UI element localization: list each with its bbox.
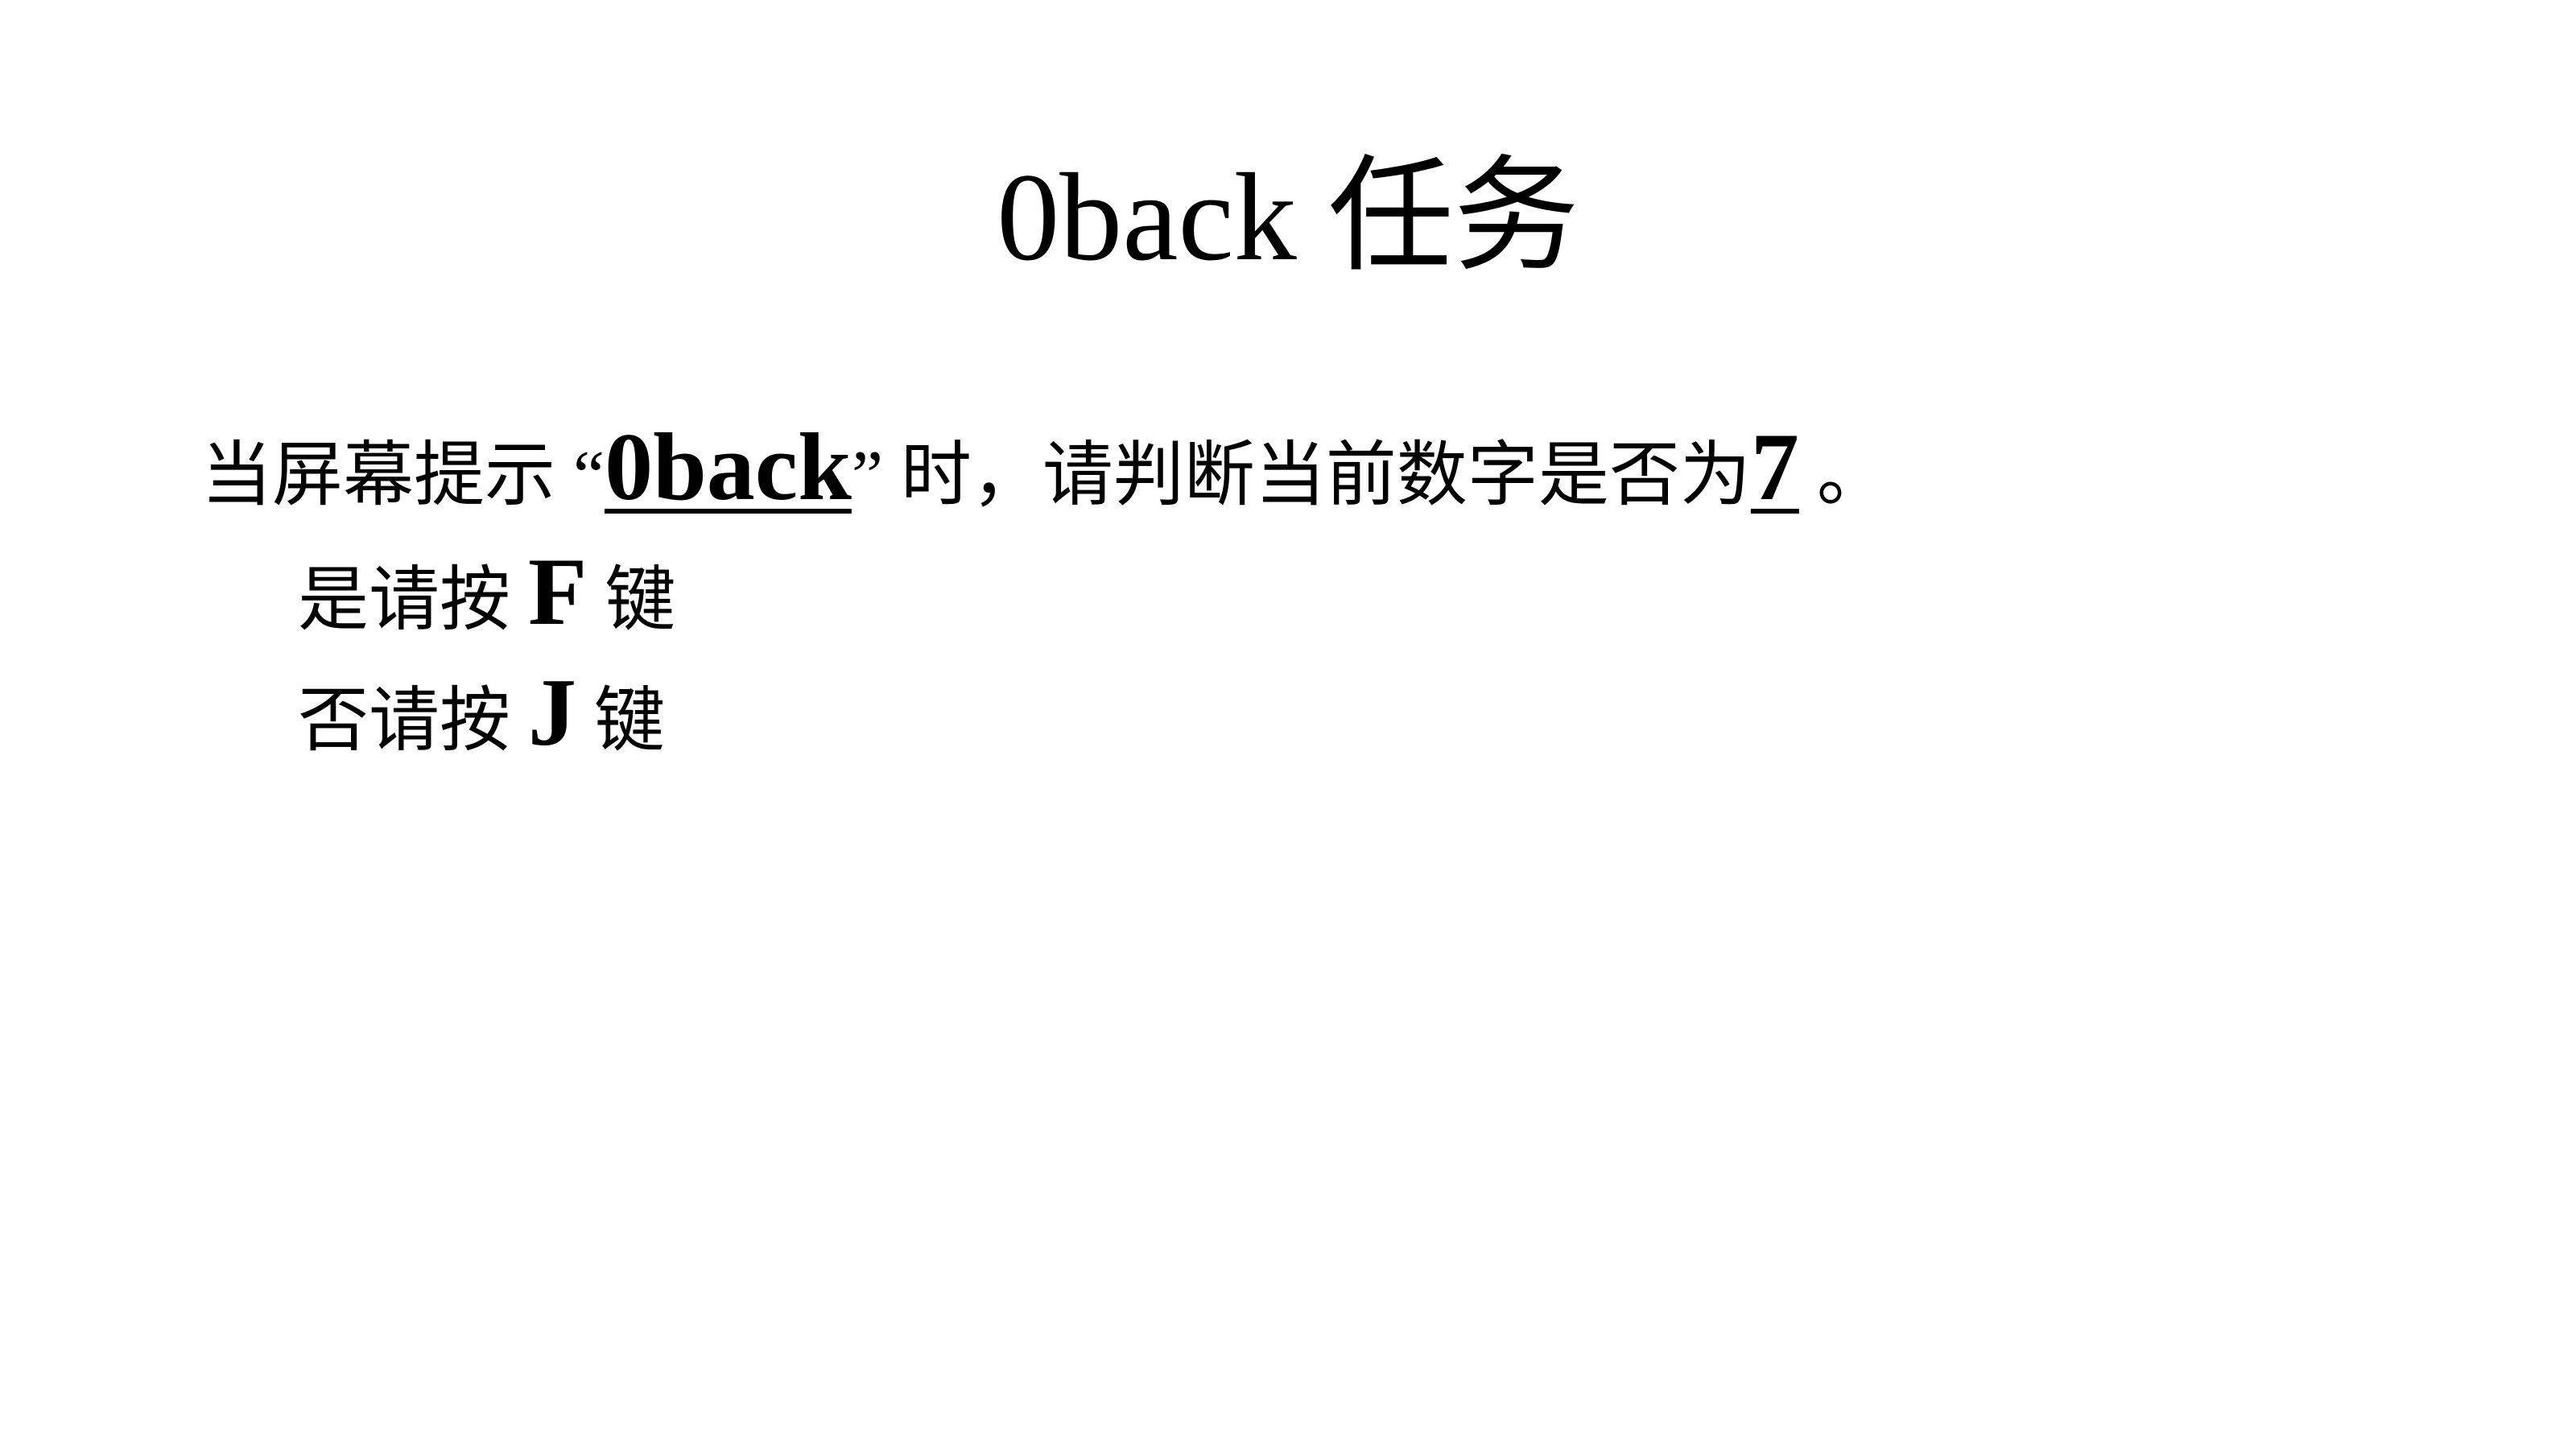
yes-key-prefix: 是请按 bbox=[298, 562, 529, 640]
no-key-suffix: 键 bbox=[576, 683, 666, 761]
yes-key: F bbox=[528, 538, 588, 645]
yes-key-line: 是请按 F 键 bbox=[298, 531, 675, 662]
target-digit: 7 bbox=[1750, 413, 1799, 520]
yes-key-suffix: 键 bbox=[587, 562, 676, 640]
no-key-line: 否请按 J 键 bbox=[298, 652, 665, 782]
no-key: J bbox=[528, 658, 577, 766]
no-key-prefix: 否请按 bbox=[298, 683, 529, 761]
instruction-line: 当屏幕提示 “0back” 时，请判断当前数字是否为7 。 bbox=[201, 407, 1888, 537]
instruction-keyword: 0back bbox=[605, 413, 852, 520]
slide-title: 0back 任务 bbox=[997, 147, 1579, 287]
instruction-middle: ” 时，请判断当前数字是否为 bbox=[851, 437, 1751, 515]
slide-canvas: 0back 任务 当屏幕提示 “0back” 时，请判断当前数字是否为7 。 是… bbox=[0, 0, 2576, 1449]
instruction-prefix: 当屏幕提示 “ bbox=[201, 437, 605, 515]
instruction-suffix: 。 bbox=[1798, 437, 1888, 515]
